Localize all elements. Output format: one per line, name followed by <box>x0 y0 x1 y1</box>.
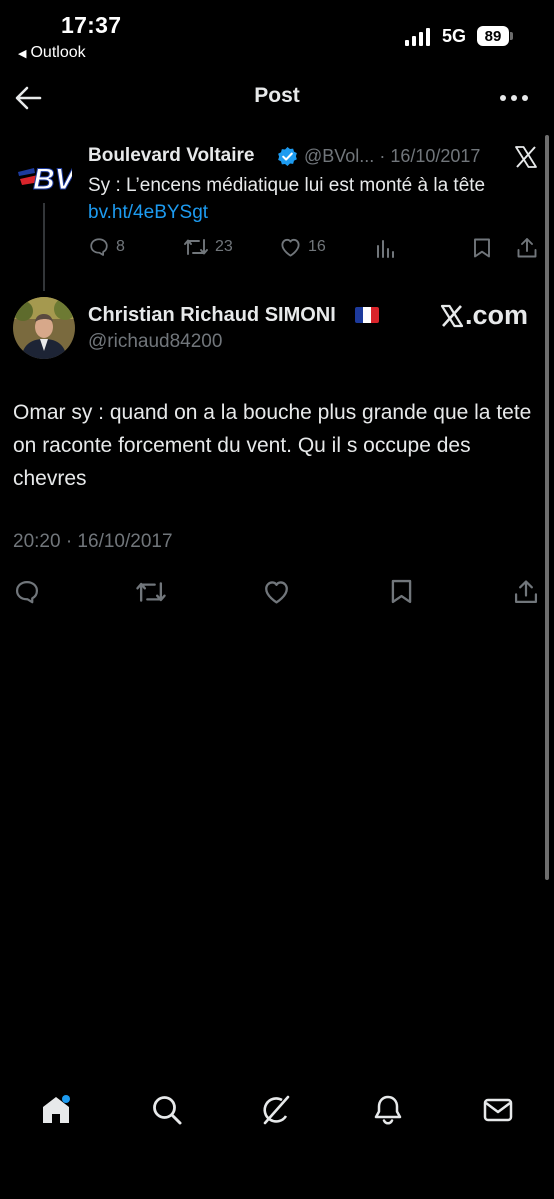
post-actions <box>13 578 543 606</box>
repost-button[interactable]: 23 <box>183 236 233 258</box>
search-icon[interactable] <box>151 1094 183 1126</box>
reply-button[interactable] <box>13 578 41 606</box>
notifications-icon[interactable] <box>372 1094 404 1126</box>
quoted-handle: @BVol... <box>304 146 375 166</box>
france-flag-icon <box>355 307 379 323</box>
repost-count: 23 <box>215 238 233 255</box>
author-name[interactable]: Christian Richaud SIMONI <box>88 304 336 327</box>
views-button[interactable] <box>375 237 397 259</box>
share-icon <box>512 578 540 606</box>
back-to-app-link[interactable]: ◀ Outlook <box>18 44 86 62</box>
home-notification-dot <box>62 1095 70 1103</box>
reply-icon <box>13 578 41 606</box>
logo-text: BV <box>33 163 72 196</box>
battery-level: 89 <box>484 27 502 45</box>
back-triangle-icon: ◀ <box>18 47 27 60</box>
scrollbar[interactable] <box>545 135 549 880</box>
back-app-label: Outlook <box>30 44 86 61</box>
share-icon <box>515 236 539 260</box>
bottom-nav <box>0 1094 554 1138</box>
bookmark-button[interactable] <box>389 578 414 605</box>
repost-button[interactable] <box>135 578 167 606</box>
like-icon <box>262 578 291 605</box>
share-button[interactable] <box>515 236 539 260</box>
like-count: 16 <box>308 238 326 255</box>
author-handle[interactable]: @richaud84200 <box>88 331 222 353</box>
x-logo-icon <box>514 145 538 169</box>
reply-icon <box>88 236 110 258</box>
boulevard-voltaire-logo[interactable]: BV <box>18 158 72 196</box>
x-com-label: .com <box>465 300 529 330</box>
quoted-post-actions: 8 23 16 <box>88 236 540 262</box>
bookmark-button[interactable] <box>472 237 492 259</box>
signal-icon <box>405 28 430 46</box>
bookmark-icon <box>389 578 414 605</box>
reply-button[interactable]: 8 <box>88 236 125 258</box>
quoted-handle-date: @BVol... · 16/10/2017 <box>304 146 480 167</box>
quoted-author-name[interactable]: Boulevard Voltaire <box>88 145 254 167</box>
like-button[interactable]: 16 <box>279 236 326 258</box>
status-time: 17:37 <box>61 12 122 38</box>
battery-icon: 89 <box>477 26 509 46</box>
repost-icon <box>135 578 167 606</box>
post-timestamp: 20:20 · 16/10/2017 <box>13 531 173 552</box>
messages-icon[interactable] <box>482 1094 514 1126</box>
battery-cap <box>510 32 513 40</box>
more-options-icon[interactable] <box>499 86 529 110</box>
quoted-post-link[interactable]: bv.ht/4eBYSgt <box>88 202 208 224</box>
verified-badge-icon <box>277 146 298 167</box>
repost-icon <box>183 236 209 258</box>
page-title: Post <box>254 84 300 107</box>
post-text: Omar sy : quand on a la bouche plus gran… <box>13 401 532 490</box>
network-type: 5G <box>442 26 467 46</box>
thread-line <box>43 203 45 291</box>
avatar[interactable] <box>13 297 75 359</box>
like-icon <box>279 236 302 258</box>
like-button[interactable] <box>262 578 291 605</box>
grok-icon[interactable] <box>260 1094 292 1126</box>
reply-count: 8 <box>116 238 125 255</box>
bookmark-icon <box>472 237 492 259</box>
quoted-post-text: Sy : L’encens médiatique lui est monté à… <box>88 175 486 196</box>
x-logo-icon <box>440 304 464 328</box>
x-com-badge: .com <box>440 300 528 331</box>
quoted-date: · 16/10/2017 <box>379 146 481 166</box>
views-icon <box>375 237 397 259</box>
share-button[interactable] <box>512 578 540 606</box>
